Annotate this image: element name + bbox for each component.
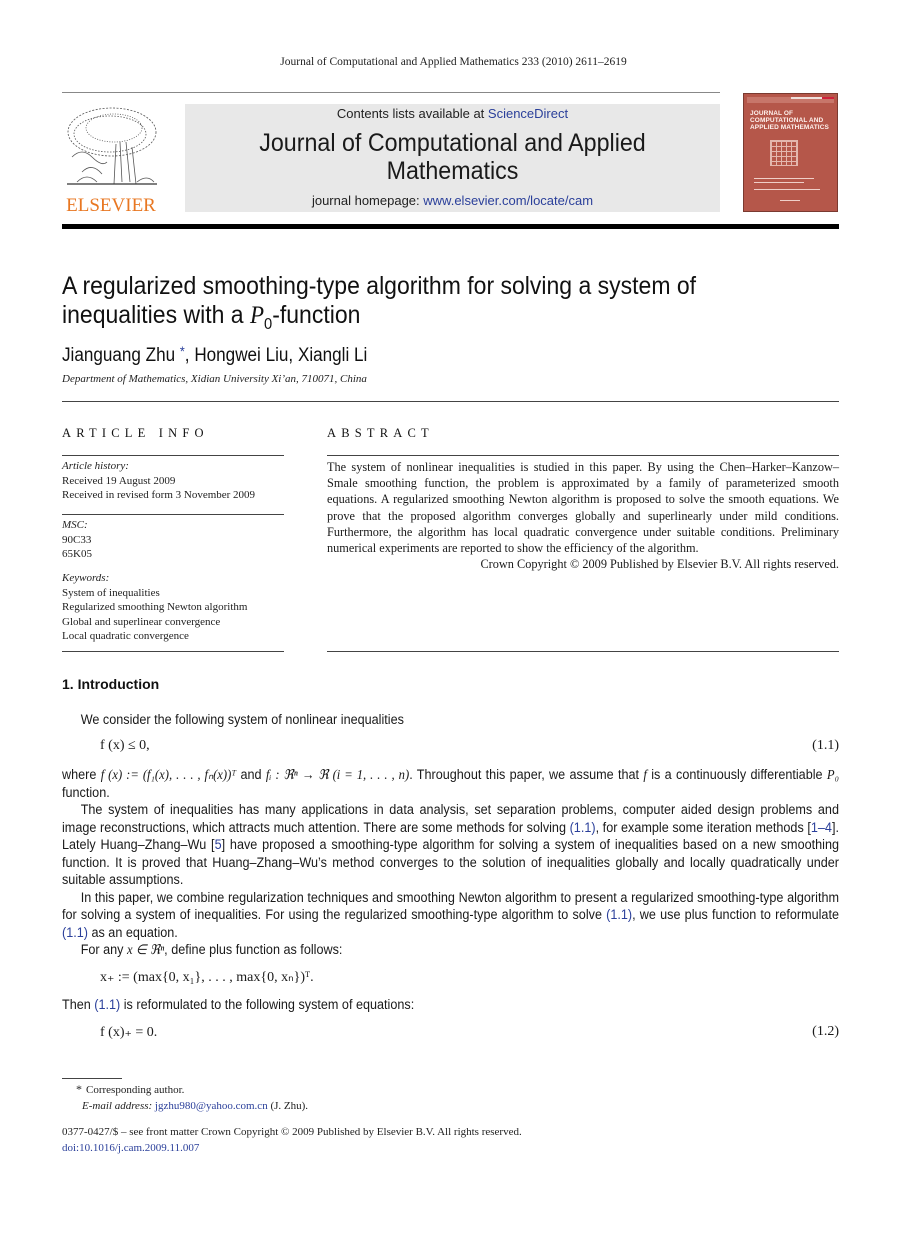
- equation-ref[interactable]: (1.1): [94, 997, 120, 1012]
- received-date: Received 19 August 2009: [62, 474, 176, 487]
- equation-ref[interactable]: (1.1): [570, 820, 596, 835]
- journal-homepage: journal homepage: www.elsevier.com/locat…: [311, 193, 594, 208]
- author-name[interactable]: Jianguang Zhu: [62, 345, 175, 366]
- journal-banner: Contents lists available at ScienceDirec…: [185, 104, 720, 212]
- abstract-copyright: Crown Copyright © 2009 Published by Else…: [480, 557, 839, 572]
- journal-title: Journal of Computational and Applied Mat…: [259, 129, 646, 185]
- citation-link[interactable]: 1–4: [811, 820, 832, 835]
- corresponding-author-mark[interactable]: *: [180, 343, 185, 359]
- elsevier-tree-icon: ELSEVIER: [66, 107, 157, 216]
- msc-code: 90C33: [62, 533, 92, 546]
- equation-ref[interactable]: (1.1): [606, 907, 632, 922]
- equation-1-1: f (x) ≤ 0,: [100, 738, 150, 753]
- elsevier-logo[interactable]: ELSEVIER: [62, 102, 160, 216]
- abstract-text: The system of nonlinear inequalities is …: [327, 460, 839, 556]
- email-link[interactable]: jgzhu980@yahoo.com.cn: [155, 1100, 268, 1112]
- footnote: * Corresponding author. E-mail address: j…: [76, 1082, 309, 1112]
- contents-line: Contents lists available at ScienceDirec…: [336, 106, 569, 121]
- paragraph: where f (x) := (f₁(x), . . . , fₙ(x))ᵀ a…: [62, 767, 839, 957]
- equation-plus: x₊ := (max{0, x₁}, . . . , max{0, xₙ})ᵀ.: [100, 970, 314, 985]
- msc-code: 65K05: [62, 548, 92, 560]
- abstract-body: The system of nonlinear inequalities is …: [327, 459, 839, 572]
- svg-text:ELSEVIER: ELSEVIER: [66, 195, 156, 214]
- page-footer: 0377-0427/$ – see front matter Crown Cop…: [62, 1125, 522, 1156]
- divider: [62, 651, 284, 652]
- paragraph: We consider the following system of nonl…: [80, 712, 404, 727]
- journal-cover-thumbnail[interactable]: JOURNAL OF COMPUTATIONAL AND APPLIED MAT…: [743, 93, 838, 212]
- keyword: Regularized smoothing Newton algorithm: [62, 601, 248, 613]
- cover-graphic-icon: [770, 140, 798, 166]
- msc-codes: MSC: 90C33 65K05: [62, 518, 284, 562]
- article-title: A regularized smoothing-type algorithm f…: [62, 272, 697, 333]
- homepage-link[interactable]: www.elsevier.com/locate/cam: [423, 193, 593, 208]
- article-history: Article history: Received 19 August 2009…: [62, 459, 284, 503]
- divider: [62, 401, 839, 402]
- citation-link[interactable]: 5: [215, 837, 222, 852]
- header-rule: [62, 92, 720, 93]
- header-thick-rule: [62, 224, 839, 229]
- running-head: Journal of Computational and Applied Mat…: [280, 56, 627, 68]
- equation-number: (1.2): [812, 1024, 839, 1039]
- author-name[interactable]: Hongwei Liu: [194, 345, 288, 366]
- sciencedirect-link[interactable]: ScienceDirect: [488, 106, 568, 121]
- author-list: Jianguang Zhu *, Hongwei Liu, Xiangli Li: [62, 343, 368, 366]
- revised-date: Received in revised form 3 November 2009: [62, 489, 256, 501]
- cover-title: JOURNAL OF COMPUTATIONAL AND APPLIED MAT…: [750, 110, 829, 131]
- doi-link[interactable]: doi:10.1016/j.cam.2009.11.007: [62, 1142, 199, 1154]
- abstract-heading: ABSTRACT: [327, 426, 434, 440]
- divider: [327, 651, 839, 652]
- section-heading: 1. Introduction: [62, 676, 160, 692]
- divider: [62, 455, 284, 456]
- divider: [62, 514, 284, 515]
- keyword: Local quadratic convergence: [62, 630, 189, 642]
- keywords: Keywords: System of inequalities Regular…: [62, 571, 284, 644]
- keyword: Global and superlinear convergence: [62, 615, 221, 628]
- paragraph: Then (1.1) is reformulated to the follow…: [62, 997, 415, 1012]
- equation-1-2: f (x)₊ = 0.: [100, 1025, 158, 1040]
- issn-line: 0377-0427/$ – see front matter Crown Cop…: [62, 1126, 522, 1138]
- equation-number: (1.1): [812, 738, 839, 753]
- author-name[interactable]: Xiangli Li: [298, 345, 367, 366]
- equation-ref[interactable]: (1.1): [62, 925, 88, 940]
- footnote-rule: [62, 1078, 122, 1079]
- divider: [327, 455, 839, 456]
- keyword: System of inequalities: [62, 586, 160, 599]
- article-info-heading: ARTICLE INFO: [62, 426, 209, 440]
- affiliation: Department of Mathematics, Xidian Univer…: [62, 373, 367, 385]
